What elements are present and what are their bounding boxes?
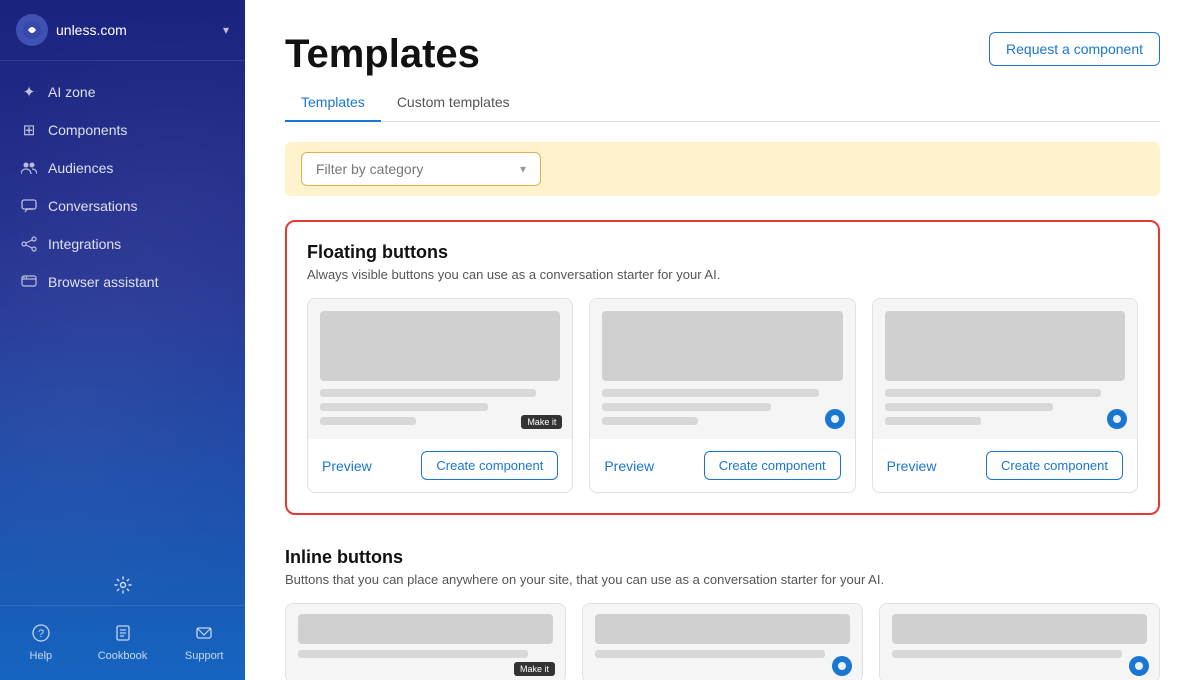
sidebar-nav: ✦ AI zone ⊞ Components Audiences Convers… [0,61,245,565]
sidebar-logo [16,14,48,46]
footer-support[interactable]: Support [163,618,245,668]
ai-zone-icon: ✦ [20,83,38,101]
integrations-icon [20,235,38,253]
page-title: Templates [285,32,480,76]
section-floating-buttons: Floating buttons Always visible buttons … [285,220,1160,515]
create-component-btn-fb-1[interactable]: Create component [421,451,558,480]
sidebar-label-audiences: Audiences [48,160,113,176]
floating-buttons-title: Floating buttons [307,242,1138,263]
section-inline-buttons: Inline buttons Buttons that you can plac… [285,547,1160,680]
sidebar-item-integrations[interactable]: Integrations [0,225,245,263]
sidebar-footer: ? Help Cookbook Support [0,605,245,680]
card-badge-fb-1: Make it [521,415,562,429]
tab-custom-templates[interactable]: Custom templates [381,84,526,122]
filter-bar: Filter by category ▾ [285,142,1160,196]
main-content: Templates Request a component Templates … [245,0,1200,680]
sidebar-label-integrations: Integrations [48,236,121,252]
create-component-btn-fb-3[interactable]: Create component [986,451,1123,480]
tabs: Templates Custom templates [285,84,1160,122]
sidebar-item-components[interactable]: ⊞ Components [0,111,245,149]
filter-by-category[interactable]: Filter by category ▾ [301,152,541,186]
card-actions-fb-1: Preview Create component [308,439,572,492]
template-card-ib-1: Make it [285,603,566,680]
filter-placeholder: Filter by category [316,161,423,177]
sidebar-label-browser-assistant: Browser assistant [48,274,158,290]
cookbook-icon [114,624,132,647]
content-area: Templates Request a component Templates … [245,0,1200,680]
org-chevron-icon: ▾ [223,23,229,37]
sidebar-item-browser-assistant[interactable]: Browser assistant [0,263,245,301]
template-card-fb-1: Make it Preview Create component [307,298,573,493]
preview-link-fb-2[interactable]: Preview [604,458,654,474]
sidebar-item-conversations[interactable]: Conversations [0,187,245,225]
card-preview-area-fb-2 [590,299,854,439]
sidebar: unless.com ▾ ✦ AI zone ⊞ Components Audi… [0,0,245,680]
request-component-button[interactable]: Request a component [989,32,1160,66]
settings-button[interactable] [0,565,245,605]
help-icon: ? [32,624,50,647]
partial-card-inner-ib-2 [583,604,862,680]
inline-buttons-title: Inline buttons [285,547,1160,568]
inline-buttons-desc: Buttons that you can place anywhere on y… [285,572,1160,587]
page-header: Templates Request a component [285,32,1160,76]
sidebar-item-ai-zone[interactable]: ✦ AI zone [0,73,245,111]
partial-card-inner-ib-1: Make it [286,604,565,680]
card-circle-badge-ib-2 [832,656,852,676]
audiences-icon [20,159,38,177]
support-icon [195,624,213,647]
browser-assistant-icon [20,273,38,291]
card-circle-badge-ib-3 [1129,656,1149,676]
partial-card-inner-ib-3 [880,604,1159,680]
preview-link-fb-1[interactable]: Preview [322,458,372,474]
sidebar-label-ai-zone: AI zone [48,84,95,100]
sidebar-label-components: Components [48,122,127,138]
floating-buttons-cards: Make it Preview Create component [307,298,1138,493]
card-actions-fb-3: Preview Create component [873,439,1137,492]
card-preview-area-fb-3 [873,299,1137,439]
floating-buttons-desc: Always visible buttons you can use as a … [307,267,1138,282]
create-component-btn-fb-2[interactable]: Create component [704,451,841,480]
footer-help[interactable]: ? Help [0,618,82,668]
preview-link-fb-3[interactable]: Preview [887,458,937,474]
card-circle-badge-fb-2 [825,409,845,429]
org-name: unless.com [56,22,215,38]
sidebar-label-conversations: Conversations [48,198,138,214]
card-preview-area-fb-1: Make it [308,299,572,439]
conversations-icon [20,197,38,215]
svg-text:?: ? [38,628,44,640]
tab-templates[interactable]: Templates [285,84,381,122]
sidebar-header[interactable]: unless.com ▾ [0,0,245,61]
card-actions-fb-2: Preview Create component [590,439,854,492]
components-icon: ⊞ [20,121,38,139]
sidebar-item-audiences[interactable]: Audiences [0,149,245,187]
inline-buttons-partial-cards: Make it [285,603,1160,680]
footer-cookbook[interactable]: Cookbook [82,618,164,668]
template-card-ib-3 [879,603,1160,680]
card-badge-ib-1: Make it [514,662,555,676]
card-circle-badge-fb-3 [1107,409,1127,429]
template-card-fb-3: Preview Create component [872,298,1138,493]
template-card-ib-2 [582,603,863,680]
template-card-fb-2: Preview Create component [589,298,855,493]
filter-chevron-icon: ▾ [520,162,526,176]
